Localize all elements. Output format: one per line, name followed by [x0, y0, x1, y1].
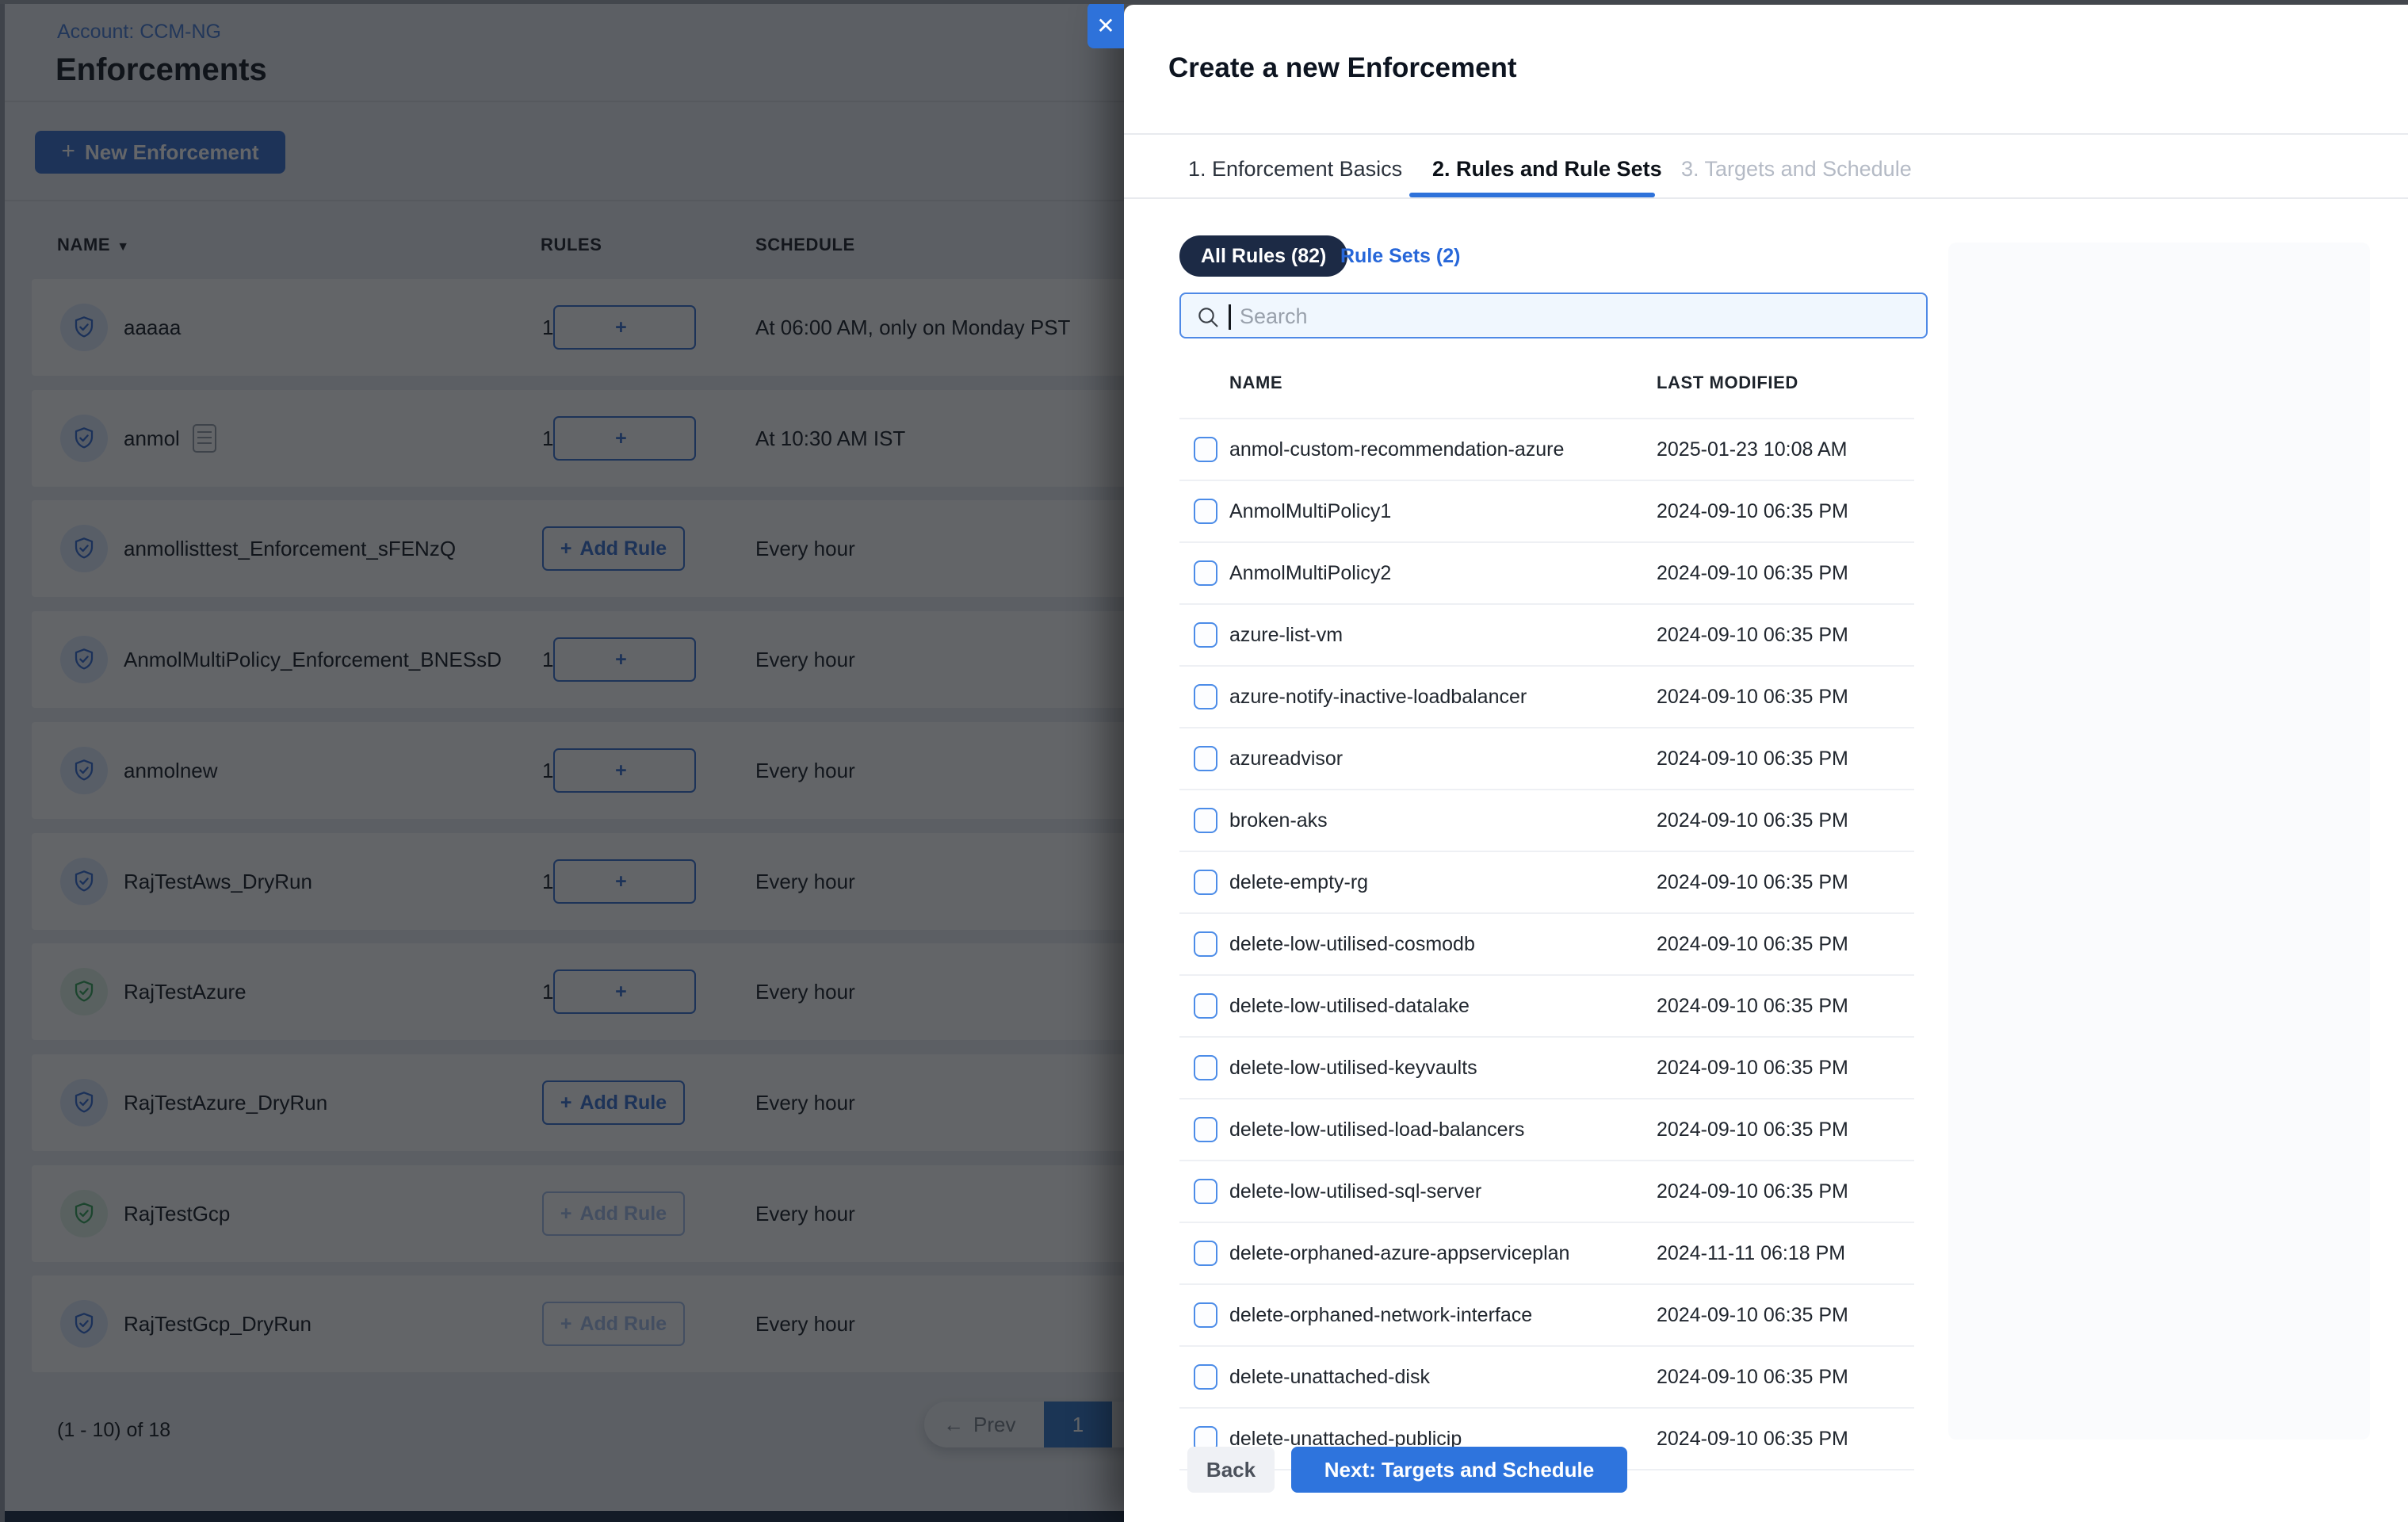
rule-row[interactable]: broken-aks 2024-09-10 06:35 PM	[1179, 789, 1914, 851]
rule-last-modified: 2024-09-10 06:35 PM	[1657, 1285, 1848, 1345]
rule-checkbox[interactable]	[1194, 808, 1217, 833]
tab-targets-and-schedule: 3. Targets and Schedule	[1681, 157, 1912, 182]
rule-name: delete-unattached-disk	[1229, 1347, 1430, 1407]
rule-name: delete-empty-rg	[1229, 852, 1368, 912]
rule-row[interactable]: delete-low-utilised-cosmodb 2024-09-10 0…	[1179, 912, 1914, 974]
back-button[interactable]: Back	[1187, 1447, 1275, 1493]
create-enforcement-modal: ✕ Create a new Enforcement 1. Enforcemen…	[1124, 5, 2408, 1522]
rule-name: AnmolMultiPolicy2	[1229, 543, 1391, 603]
rule-last-modified: 2024-09-10 06:35 PM	[1657, 1099, 1848, 1160]
rule-row[interactable]: delete-orphaned-network-interface 2024-0…	[1179, 1283, 1914, 1345]
window-left-edge	[0, 0, 5, 1522]
rule-last-modified: 2024-09-10 06:35 PM	[1657, 481, 1848, 541]
close-button[interactable]: ✕	[1087, 2, 1124, 48]
rule-last-modified: 2024-09-10 06:35 PM	[1657, 728, 1848, 789]
search-input[interactable]	[1238, 294, 1915, 338]
rule-row[interactable]: azure-list-vm 2024-09-10 06:35 PM	[1179, 603, 1914, 665]
rule-name: delete-low-utilised-keyvaults	[1229, 1038, 1477, 1098]
rule-name: AnmolMultiPolicy1	[1229, 481, 1391, 541]
rule-last-modified: 2024-09-10 06:35 PM	[1657, 852, 1848, 912]
rule-name: delete-low-utilised-cosmodb	[1229, 914, 1475, 974]
rule-name: delete-orphaned-network-interface	[1229, 1285, 1532, 1345]
rules-column-modified: LAST MODIFIED	[1657, 373, 1798, 393]
tabs-divider	[1124, 197, 2408, 199]
rule-name: azure-notify-inactive-loadbalancer	[1229, 667, 1527, 727]
tab-enforcement-basics[interactable]: 1. Enforcement Basics	[1188, 157, 1402, 182]
rule-name: delete-orphaned-azure-appserviceplan	[1229, 1223, 1569, 1283]
title-divider	[1124, 133, 2408, 135]
rule-last-modified: 2024-09-10 06:35 PM	[1657, 1347, 1848, 1407]
rule-checkbox[interactable]	[1194, 684, 1217, 709]
rule-row[interactable]: azure-notify-inactive-loadbalancer 2024-…	[1179, 665, 1914, 727]
rule-checkbox[interactable]	[1194, 437, 1217, 462]
rule-row[interactable]: delete-orphaned-azure-appserviceplan 202…	[1179, 1222, 1914, 1283]
search-icon	[1195, 304, 1221, 330]
window-top-edge	[0, 0, 2408, 4]
rule-name: delete-low-utilised-datalake	[1229, 976, 1470, 1036]
rule-row[interactable]: AnmolMultiPolicy1 2024-09-10 06:35 PM	[1179, 480, 1914, 541]
modal-title: Create a new Enforcement	[1168, 52, 1517, 84]
rule-row[interactable]: delete-unattached-disk 2024-09-10 06:35 …	[1179, 1345, 1914, 1407]
rule-row[interactable]: delete-low-utilised-sql-server 2024-09-1…	[1179, 1160, 1914, 1222]
rule-checkbox[interactable]	[1194, 1364, 1217, 1390]
rule-last-modified: 2024-09-10 06:35 PM	[1657, 790, 1848, 851]
rule-checkbox[interactable]	[1194, 870, 1217, 895]
rule-row[interactable]: anmol-custom-recommendation-azure 2025-0…	[1179, 418, 1914, 480]
rule-checkbox[interactable]	[1194, 1179, 1217, 1204]
rule-last-modified: 2024-09-10 06:35 PM	[1657, 605, 1848, 665]
rule-checkbox[interactable]	[1194, 499, 1217, 524]
rule-checkbox[interactable]	[1194, 1117, 1217, 1142]
rule-name: broken-aks	[1229, 790, 1328, 851]
app-screen: Account: CCM-NG Enforcements + New Enfor…	[0, 0, 2408, 1522]
filter-all-rules[interactable]: All Rules (82)	[1179, 235, 1347, 277]
rule-last-modified: 2024-09-10 06:35 PM	[1657, 976, 1848, 1036]
rule-checkbox[interactable]	[1194, 1055, 1217, 1080]
preview-panel	[1948, 243, 2370, 1440]
rule-row[interactable]: delete-low-utilised-keyvaults 2024-09-10…	[1179, 1036, 1914, 1098]
rule-checkbox[interactable]	[1194, 993, 1217, 1019]
rule-row[interactable]: delete-empty-rg 2024-09-10 06:35 PM	[1179, 851, 1914, 912]
next-button[interactable]: Next: Targets and Schedule	[1291, 1447, 1627, 1493]
rule-last-modified: 2024-11-11 06:18 PM	[1657, 1223, 1845, 1283]
rule-last-modified: 2025-01-23 10:08 AM	[1657, 419, 1847, 480]
rule-last-modified: 2024-09-10 06:35 PM	[1657, 1161, 1848, 1222]
text-caret	[1229, 304, 1231, 330]
rule-row[interactable]: delete-low-utilised-datalake 2024-09-10 …	[1179, 974, 1914, 1036]
rule-name: delete-low-utilised-sql-server	[1229, 1161, 1481, 1222]
rule-name: azure-list-vm	[1229, 605, 1343, 665]
rule-last-modified: 2024-09-10 06:35 PM	[1657, 1038, 1848, 1098]
rules-column-name: NAME	[1229, 373, 1282, 393]
rule-checkbox[interactable]	[1194, 622, 1217, 648]
rule-last-modified: 2024-09-10 06:35 PM	[1657, 914, 1848, 974]
rules-table: anmol-custom-recommendation-azure 2025-0…	[1179, 418, 1914, 1470]
rule-name: anmol-custom-recommendation-azure	[1229, 419, 1564, 480]
rule-name: delete-low-utilised-load-balancers	[1229, 1099, 1524, 1160]
close-icon: ✕	[1096, 13, 1114, 39]
search-box	[1179, 293, 1928, 338]
rule-row[interactable]: AnmolMultiPolicy2 2024-09-10 06:35 PM	[1179, 541, 1914, 603]
rule-row[interactable]: delete-low-utilised-load-balancers 2024-…	[1179, 1098, 1914, 1160]
rule-last-modified: 2024-09-10 06:35 PM	[1657, 543, 1848, 603]
rule-last-modified: 2024-09-10 06:35 PM	[1657, 1409, 1848, 1469]
rule-name: azureadvisor	[1229, 728, 1343, 789]
tab-rules-and-rule-sets[interactable]: 2. Rules and Rule Sets	[1432, 157, 1662, 182]
rule-checkbox[interactable]	[1194, 931, 1217, 957]
rule-row[interactable]: azureadvisor 2024-09-10 06:35 PM	[1179, 727, 1914, 789]
filter-rule-sets[interactable]: Rule Sets (2)	[1340, 235, 1460, 277]
rule-checkbox[interactable]	[1194, 1302, 1217, 1328]
rule-checkbox[interactable]	[1194, 560, 1217, 586]
rule-last-modified: 2024-09-10 06:35 PM	[1657, 667, 1848, 727]
rule-checkbox[interactable]	[1194, 746, 1217, 771]
rule-checkbox[interactable]	[1194, 1241, 1217, 1266]
